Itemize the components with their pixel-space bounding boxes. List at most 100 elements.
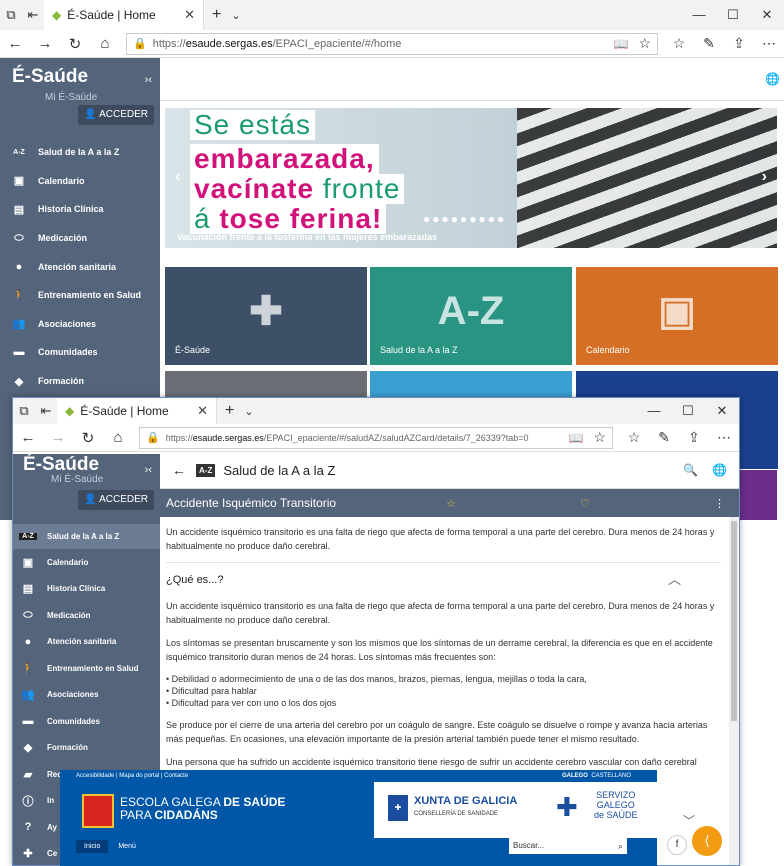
sidebar-item-medicacion[interactable]: ⬭ Medicación bbox=[0, 224, 160, 253]
favorites-hub-icon[interactable]: ☆ bbox=[619, 429, 649, 446]
browser-tab[interactable]: ◆ É-Saúde | Home ✕ bbox=[57, 398, 217, 424]
more-icon[interactable]: ⋯ bbox=[754, 35, 784, 52]
minimize-icon[interactable]: — bbox=[682, 0, 716, 30]
pill-icon: ⬭ bbox=[23, 608, 33, 621]
globe-icon[interactable]: 🌐 bbox=[712, 463, 727, 477]
nav-inicio[interactable]: Inicio bbox=[76, 840, 109, 853]
tile-esaude[interactable]: ✚ É-Saúde bbox=[165, 267, 367, 365]
refresh-icon[interactable]: ↻ bbox=[60, 35, 90, 53]
scrollbar-thumb[interactable] bbox=[731, 521, 737, 721]
url-input[interactable]: 🔒 https://esaude.sergas.es/EPACI_epacien… bbox=[139, 426, 613, 449]
footer-links[interactable]: Accesibilidade | Mapa do portal | Contac… bbox=[76, 773, 188, 779]
tab-bar: ⧉ ⇤ ◆ É-Saúde | Home ✕ + ⌄ — ☐ ✕ bbox=[0, 0, 784, 30]
favorites-hub-icon[interactable]: ☆ bbox=[664, 35, 694, 52]
sidebar-item-salud-az[interactable]: A-Z Salud de la A a la Z bbox=[0, 138, 160, 167]
share-fab-icon[interactable]: ⟨ bbox=[692, 826, 722, 856]
tab-actions-icon[interactable]: ⧉ bbox=[13, 403, 35, 419]
graduation-icon: ◆ bbox=[23, 742, 33, 755]
tab-aside-icon[interactable]: ⇤ bbox=[35, 403, 57, 419]
sidebar-item-historia[interactable]: ▤ Historia Clínica bbox=[13, 576, 160, 603]
tab-list-icon[interactable]: ⌄ bbox=[231, 9, 240, 22]
sidebar-item-label: Entrenamiento en Salud bbox=[47, 663, 139, 673]
sidebar-item-atencion[interactable]: ● Atención sanitaria bbox=[0, 252, 160, 281]
accordion-header[interactable]: ¿Qué es...? ︿ bbox=[166, 562, 721, 587]
star-icon[interactable]: ☆ bbox=[446, 497, 456, 510]
tile-calendario[interactable]: ▣ Calendario bbox=[576, 267, 778, 365]
sidebar-item-entrenamiento[interactable]: 🚶 Entrenamiento en Salud bbox=[13, 655, 160, 682]
home-icon[interactable]: ⌂ bbox=[103, 429, 133, 446]
lang-castellano[interactable]: CASTELLANO bbox=[591, 773, 631, 779]
tab-close-icon[interactable]: ✕ bbox=[197, 403, 208, 419]
home-icon[interactable]: ⌂ bbox=[90, 35, 120, 52]
sidebar-item-salud-az[interactable]: A-Z Salud de la A a la Z bbox=[13, 524, 160, 549]
maximize-icon[interactable]: ☐ bbox=[671, 398, 705, 424]
collapse-icon[interactable]: ›‹ bbox=[145, 464, 152, 476]
scrollbar[interactable] bbox=[729, 517, 739, 865]
close-icon[interactable]: ✕ bbox=[705, 398, 739, 424]
favorite-star-icon[interactable]: ☆ bbox=[593, 429, 606, 446]
new-tab-icon[interactable]: + bbox=[225, 402, 234, 420]
tile-salud-az[interactable]: A-Z Salud de la A a la Z bbox=[370, 267, 572, 365]
tab-title: É-Saúde | Home bbox=[67, 8, 156, 22]
close-icon[interactable]: ✕ bbox=[750, 0, 784, 30]
sidebar-item-asociaciones[interactable]: 👥 Asociaciones bbox=[13, 682, 160, 709]
login-button[interactable]: 👤 ACCEDER bbox=[78, 490, 154, 510]
chevron-down-icon[interactable]: ﹀ bbox=[683, 812, 695, 829]
notes-icon[interactable]: ✎ bbox=[649, 429, 679, 446]
sidebar-item-medicacion[interactable]: ⬭ Medicación bbox=[13, 602, 160, 629]
carousel-prev-icon[interactable]: ‹ bbox=[175, 168, 180, 186]
new-tab-icon[interactable]: + bbox=[212, 6, 221, 24]
facebook-icon[interactable]: f bbox=[667, 835, 687, 855]
sidebar-item-calendario[interactable]: ▣ Calendario bbox=[13, 549, 160, 576]
tab-aside-icon[interactable]: ⇤ bbox=[22, 7, 44, 23]
search-icon[interactable]: ⌕ bbox=[618, 838, 623, 854]
share-icon[interactable]: ⇪ bbox=[724, 35, 754, 52]
search-icon[interactable]: 🔍 bbox=[683, 463, 698, 477]
sidebar-item-entrenamiento[interactable]: 🚶 Entrenamiento en Salud bbox=[0, 281, 160, 310]
heart-icon[interactable]: ♡ bbox=[580, 497, 590, 510]
brand-logo[interactable]: É-Saúde Mi É-Saúde ›‹ 👤 ACCEDER bbox=[13, 454, 160, 524]
back-icon[interactable]: ← bbox=[13, 429, 43, 446]
forward-icon[interactable]: → bbox=[43, 429, 73, 446]
sidebar-item-historia[interactable]: ▤ Historia Clínica bbox=[0, 195, 160, 224]
sidebar-item-comunidades[interactable]: ▬ Comunidades bbox=[0, 338, 160, 367]
tile-label: Calendario bbox=[586, 345, 630, 355]
clipboard-icon: ▤ bbox=[13, 203, 25, 216]
tab-actions-icon[interactable]: ⧉ bbox=[0, 7, 22, 23]
reading-view-icon[interactable]: 📖 bbox=[613, 37, 628, 51]
sidebar-item-calendario[interactable]: ▣ Calendario bbox=[0, 167, 160, 196]
tab-close-icon[interactable]: ✕ bbox=[184, 7, 195, 23]
carousel-next-icon[interactable]: › bbox=[762, 168, 767, 186]
sidebar-item-atencion[interactable]: ● Atención sanitaria bbox=[13, 629, 160, 656]
back-icon[interactable]: ← bbox=[0, 35, 30, 52]
browser-tab[interactable]: ◆ É-Saúde | Home ✕ bbox=[44, 0, 204, 30]
chevron-up-icon[interactable]: ︿ bbox=[668, 573, 681, 587]
forward-icon[interactable]: → bbox=[30, 35, 60, 52]
globe-icon[interactable]: 🌐 bbox=[765, 72, 780, 86]
tab-list-icon[interactable]: ⌄ bbox=[244, 405, 253, 418]
kebab-menu-icon[interactable]: ⋮ bbox=[714, 497, 725, 510]
notes-icon[interactable]: ✎ bbox=[694, 35, 724, 52]
url-prefix: https:// bbox=[165, 432, 193, 443]
refresh-icon[interactable]: ↻ bbox=[73, 429, 103, 447]
minimize-icon[interactable]: — bbox=[637, 398, 671, 424]
search-input[interactable]: Buscar... ⌕ bbox=[509, 838, 627, 854]
url-input[interactable]: 🔒 https://esaude.sergas.es/EPACI_epacien… bbox=[126, 32, 658, 55]
lang-galego[interactable]: GALEGO bbox=[562, 773, 588, 779]
reading-view-icon[interactable]: 📖 bbox=[568, 431, 583, 445]
more-icon[interactable]: ⋯ bbox=[709, 429, 739, 446]
sidebar-item-comunidades[interactable]: ▬ Comunidades bbox=[13, 708, 160, 735]
url-path: /EPACI_epaciente/#/home bbox=[272, 37, 402, 50]
back-arrow-icon[interactable]: ← bbox=[172, 462, 186, 478]
sidebar-item-label: Formación bbox=[47, 743, 88, 753]
nav-menu[interactable]: Menú bbox=[118, 843, 136, 850]
login-button[interactable]: 👤 ACCEDER bbox=[78, 105, 154, 125]
share-icon[interactable]: ⇪ bbox=[679, 429, 709, 446]
sidebar-item-formacion[interactable]: ◆ Formación bbox=[13, 735, 160, 762]
favorite-star-icon[interactable]: ☆ bbox=[638, 35, 651, 52]
hero-carousel[interactable]: Se estás embarazada, vacínate fronte á t… bbox=[165, 108, 777, 248]
carousel-dots[interactable]: ●●●●●●●●● bbox=[423, 212, 506, 226]
maximize-icon[interactable]: ☐ bbox=[716, 0, 750, 30]
sidebar-item-asociaciones[interactable]: 👥 Asociaciones bbox=[0, 310, 160, 339]
sidebar-item-formacion[interactable]: ◆ Formación bbox=[0, 367, 160, 396]
